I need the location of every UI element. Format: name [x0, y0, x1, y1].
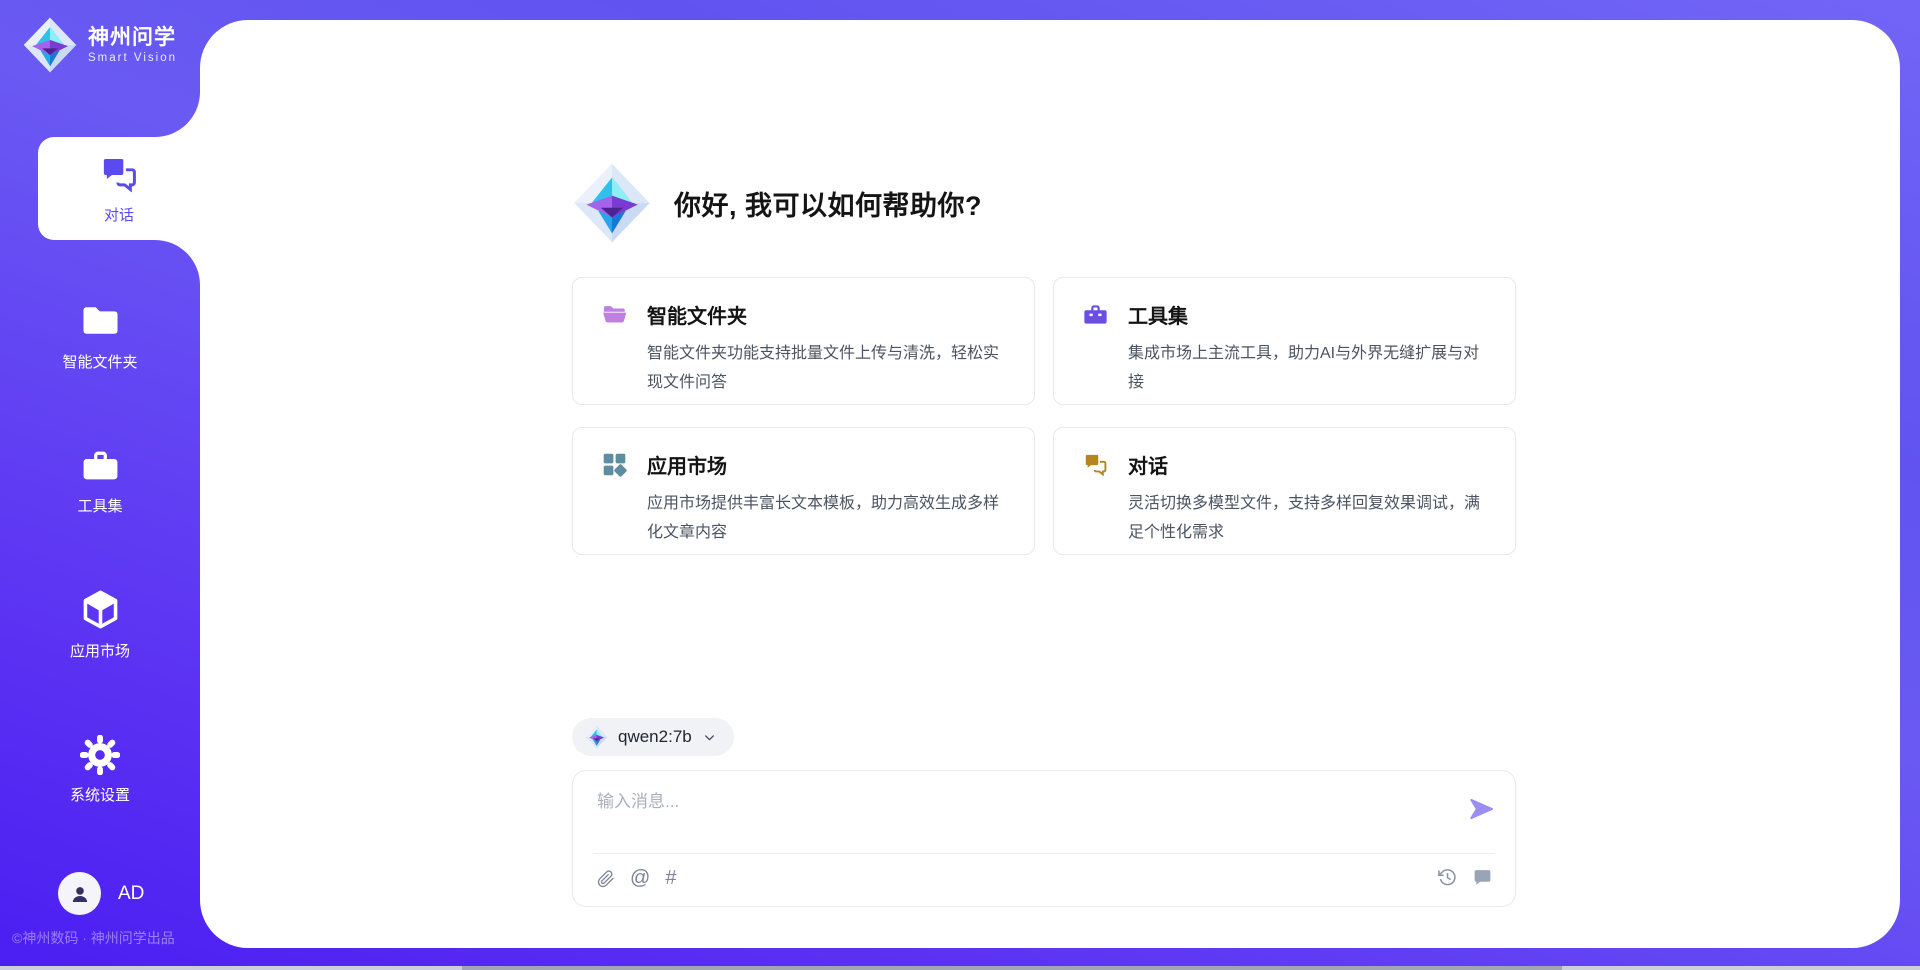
composer-divider	[593, 853, 1495, 854]
sidebar-item-label: 应用市场	[70, 640, 130, 661]
card-title: 智能文件夹	[647, 300, 747, 329]
avatar	[58, 872, 101, 915]
card-title: 对话	[1128, 450, 1168, 479]
sidebar-item-label: 工具集	[77, 495, 122, 516]
chevron-down-icon	[702, 730, 717, 745]
mention-button[interactable]: @	[630, 867, 650, 890]
card-title: 应用市场	[647, 450, 727, 479]
toolbox-icon	[80, 445, 121, 486]
person-icon	[67, 881, 93, 907]
brand-logo-icon	[22, 16, 78, 74]
chat-icon	[1082, 451, 1109, 478]
sidebar-item-app-market[interactable]: 应用市场	[0, 582, 200, 666]
sidebar-item-label: 智能文件夹	[62, 351, 137, 372]
card-description: 智能文件夹功能支持批量文件上传与清洗，轻松实现文件问答	[647, 339, 1010, 397]
model-logo-icon	[585, 725, 608, 749]
history-icon	[1437, 867, 1458, 888]
brand-subtitle: Smart Vision	[88, 52, 177, 64]
sidebar-item-settings[interactable]: 系统设置	[0, 728, 200, 812]
greeting-block: 你好, 我可以如何帮助你?	[572, 161, 982, 245]
message-input[interactable]	[597, 787, 1457, 845]
topic-button[interactable]: #	[665, 867, 676, 890]
user-profile[interactable]: AD	[58, 872, 144, 915]
card-chat[interactable]: 对话 灵活切换多模型文件，支持多样回复效果调试，满足个性化需求	[1053, 427, 1516, 555]
greeting-title: 你好, 我可以如何帮助你?	[674, 184, 982, 223]
feature-cards: 智能文件夹 智能文件夹功能支持批量文件上传与清洗，轻松实现文件问答 工具集 集成…	[572, 277, 1516, 555]
sidebar-item-chat[interactable]: 对话	[38, 144, 200, 234]
user-name: AD	[118, 883, 144, 905]
sidebar-item-label: 系统设置	[70, 784, 130, 805]
card-toolset[interactable]: 工具集 集成市场上主流工具，助力AI与外界无缝扩展与对接	[1053, 277, 1516, 405]
history-button[interactable]	[1437, 867, 1458, 888]
horizontal-scrollbar-thumb[interactable]	[462, 966, 1562, 970]
brand-block: 神州问学 Smart Vision	[22, 16, 177, 74]
card-smart-folder[interactable]: 智能文件夹 智能文件夹功能支持批量文件上传与清洗，轻松实现文件问答	[572, 277, 1035, 405]
sidebar-item-smart-folder[interactable]: 智能文件夹	[0, 293, 200, 377]
paperclip-icon	[597, 870, 615, 888]
sidebar-item-label: 对话	[104, 204, 134, 225]
model-selector[interactable]: qwen2:7b	[572, 718, 734, 756]
card-description: 灵活切换多模型文件，支持多样回复效果调试，满足个性化需求	[1128, 489, 1491, 547]
card-description: 应用市场提供丰富长文本模板，助力高效生成多样化文章内容	[647, 489, 1010, 547]
folder-open-icon	[601, 301, 628, 328]
tab-fillet-top	[155, 92, 200, 137]
brand-name: 神州问学	[88, 26, 177, 50]
model-selector-value: qwen2:7b	[618, 727, 692, 747]
tab-fillet-bottom	[155, 240, 200, 285]
message-composer: @ #	[572, 770, 1516, 907]
gear-icon	[80, 735, 120, 775]
card-description: 集成市场上主流工具，助力AI与外界无缝扩展与对接	[1128, 339, 1491, 397]
chat-bubble-icon	[1472, 867, 1493, 888]
sidebar: 神州问学 Smart Vision 对话 智能文件夹 工具集 应用市场 系统设置…	[0, 0, 200, 970]
feedback-button[interactable]	[1472, 867, 1493, 888]
attach-file-button[interactable]	[597, 870, 615, 888]
grid-icon	[601, 451, 628, 478]
toolbox-icon	[1082, 301, 1109, 328]
sidebar-item-toolset[interactable]: 工具集	[0, 438, 200, 522]
app-logo-icon	[572, 161, 652, 245]
main-panel: 你好, 我可以如何帮助你? 智能文件夹 智能文件夹功能支持批量文件上传与清洗，轻…	[200, 20, 1900, 948]
folder-icon	[79, 299, 122, 342]
cube-icon	[79, 588, 122, 631]
copyright-footer: ©神州数码 · 神州问学出品	[12, 928, 175, 948]
card-title: 工具集	[1128, 300, 1188, 329]
send-icon[interactable]	[1467, 795, 1495, 823]
chat-icon	[98, 153, 140, 195]
card-app-market[interactable]: 应用市场 应用市场提供丰富长文本模板，助力高效生成多样化文章内容	[572, 427, 1035, 555]
